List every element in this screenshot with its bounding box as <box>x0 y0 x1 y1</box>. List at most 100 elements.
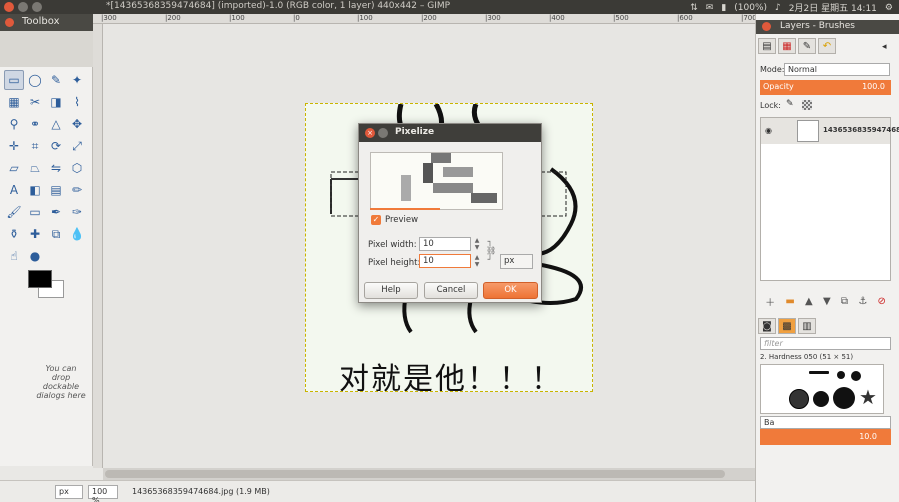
new-layer-icon[interactable]: ＋ <box>765 294 775 309</box>
rotate-icon[interactable]: ⟳ <box>46 136 66 156</box>
rect-select-icon[interactable]: ▭ <box>4 70 24 90</box>
ok-button[interactable]: OK <box>483 282 538 299</box>
dock-menu-icon[interactable]: ◂ <box>882 42 887 52</box>
opacity-slider[interactable]: Opacity 100.0 <box>760 80 891 95</box>
mode-select[interactable]: Normal <box>784 63 890 76</box>
dock-close-icon[interactable] <box>762 22 771 31</box>
battery-icon[interactable]: ▮ <box>721 3 726 13</box>
perspective-icon[interactable]: ⏢ <box>25 158 45 178</box>
raise-layer-icon[interactable]: ▲ <box>805 296 813 307</box>
dialog-close-icon[interactable]: × <box>365 128 375 138</box>
new-group-icon[interactable]: ▬ <box>785 296 794 307</box>
foreground-color-swatch[interactable] <box>28 270 52 288</box>
foreground-select-icon[interactable]: ◨ <box>46 92 66 112</box>
horizontal-ruler[interactable]: |300 |200 |100 |0 |100 |200 |300 |400 |500 |600 |7… <box>93 14 757 24</box>
layer-name[interactable]: 14365368359474684.jpg <box>823 126 899 134</box>
clone-icon[interactable]: ⚱ <box>4 224 24 244</box>
spacing-slider[interactable]: 10.0 <box>760 429 891 445</box>
minimize-window-icon[interactable] <box>18 2 28 12</box>
lower-layer-icon[interactable]: ▼ <box>823 296 831 307</box>
maximize-window-icon[interactable] <box>32 2 42 12</box>
anchor-layer-icon[interactable]: ⚓ <box>858 296 867 307</box>
measure-icon[interactable]: △ <box>46 114 66 134</box>
clock[interactable]: 2月2日 星期五 14:11 <box>789 1 877 14</box>
shear-icon[interactable]: ▱ <box>4 158 24 178</box>
blend-icon[interactable]: ▤ <box>46 180 66 200</box>
toolbox-close-icon[interactable] <box>5 18 14 27</box>
smudge-icon[interactable]: ☝ <box>4 246 24 266</box>
dialog-minimize-icon[interactable] <box>378 128 388 138</box>
ink-icon[interactable]: ✑ <box>67 202 87 222</box>
undo-tab-icon[interactable]: ↶ <box>818 38 836 54</box>
eraser-icon[interactable]: ▭ <box>25 202 45 222</box>
close-window-icon[interactable] <box>4 2 14 12</box>
help-button[interactable]: Help <box>364 282 418 299</box>
scrollbar-thumb[interactable] <box>105 470 725 478</box>
layers-list[interactable]: ◉ 14365368359474684.jpg <box>760 117 899 281</box>
unit-select[interactable]: px <box>55 485 83 499</box>
layers-tab-icon[interactable]: ▤ <box>758 38 776 54</box>
cage-icon[interactable]: ⬡ <box>67 158 87 178</box>
fg-bg-color-area[interactable] <box>28 270 68 300</box>
pixel-width-input[interactable]: 10 <box>419 237 471 251</box>
pixel-height-input[interactable]: 10 <box>419 254 471 268</box>
pixel-width-stepper[interactable]: ▲ ▼ <box>472 237 482 251</box>
brush-tag-select[interactable]: Ba <box>760 416 891 429</box>
unit-select[interactable]: px <box>500 254 533 269</box>
settings-gear-icon[interactable]: ⚙ <box>885 3 893 13</box>
scale-icon[interactable]: ⤢ <box>67 136 87 156</box>
pencil-icon[interactable]: ✏ <box>67 180 87 200</box>
flip-icon[interactable]: ⇋ <box>46 158 66 178</box>
text-icon[interactable]: A <box>4 180 24 200</box>
star-brush-icon[interactable]: ★ <box>859 387 877 407</box>
dodge-burn-icon[interactable]: ● <box>25 246 45 266</box>
volume-icon[interactable]: ♪ <box>775 3 781 13</box>
pixel-height-stepper[interactable]: ▲ ▼ <box>472 254 482 268</box>
horizontal-scrollbar[interactable] <box>103 468 755 480</box>
paths-tab-icon[interactable]: ✎ <box>798 38 816 54</box>
zoom-icon[interactable]: ⚭ <box>25 114 45 134</box>
fuzzy-select-icon[interactable]: ✦ <box>67 70 87 90</box>
brush-item[interactable] <box>837 371 845 379</box>
vertical-ruler[interactable] <box>93 24 103 468</box>
paintbrush-icon[interactable]: 🖌 <box>4 202 24 222</box>
brush-grid[interactable]: ★ <box>760 364 884 414</box>
brush-item[interactable] <box>809 371 829 374</box>
chain-link-icon[interactable]: ┐ ⛓ ┘ <box>486 237 496 265</box>
cancel-button[interactable]: Cancel <box>424 282 478 299</box>
lock-alpha-icon[interactable] <box>802 100 812 110</box>
dialog-titlebar[interactable]: × Pixelize <box>359 124 541 142</box>
lock-pixels-icon[interactable]: ✎ <box>786 99 794 109</box>
free-select-icon[interactable]: ✎ <box>46 70 66 90</box>
brush-filter-input[interactable]: filter <box>760 337 891 350</box>
paths-icon[interactable]: ⌇ <box>67 92 87 112</box>
network-icon[interactable]: ⇅ <box>690 3 698 13</box>
duplicate-layer-icon[interactable]: ⧉ <box>841 296 848 307</box>
patterns-tab-icon[interactable]: ▩ <box>778 318 796 334</box>
channels-tab-icon[interactable]: ▦ <box>778 38 796 54</box>
zoom-select[interactable]: 100 % <box>88 485 118 502</box>
airbrush-icon[interactable]: ✒ <box>46 202 66 222</box>
layer-row[interactable]: ◉ 14365368359474684.jpg <box>761 118 899 144</box>
scissors-icon[interactable]: ✂ <box>25 92 45 112</box>
visibility-eye-icon[interactable]: ◉ <box>765 126 772 135</box>
blur-icon[interactable]: 💧 <box>67 224 87 244</box>
color-picker-icon[interactable]: ⚲ <box>4 114 24 134</box>
gradients-tab-icon[interactable]: ▥ <box>798 318 816 334</box>
ellipse-select-icon[interactable]: ◯ <box>25 70 45 90</box>
brushes-tab-icon[interactable]: ◙ <box>758 318 776 334</box>
brush-item-selected[interactable] <box>789 389 809 409</box>
delete-layer-icon[interactable]: ⊘ <box>877 296 885 307</box>
brush-item[interactable] <box>813 391 829 407</box>
align-icon[interactable]: ✛ <box>4 136 24 156</box>
perspective-clone-icon[interactable]: ⧉ <box>46 224 66 244</box>
preview-checkbox[interactable]: ✓ <box>371 215 381 225</box>
mail-icon[interactable]: ✉ <box>706 3 714 13</box>
brush-item[interactable] <box>833 387 855 409</box>
bucket-fill-icon[interactable]: ◧ <box>25 180 45 200</box>
brush-item[interactable] <box>851 371 861 381</box>
move-icon[interactable]: ✥ <box>67 114 87 134</box>
heal-icon[interactable]: ✚ <box>25 224 45 244</box>
preview-area[interactable] <box>370 152 503 210</box>
color-select-icon[interactable]: ▦ <box>4 92 24 112</box>
